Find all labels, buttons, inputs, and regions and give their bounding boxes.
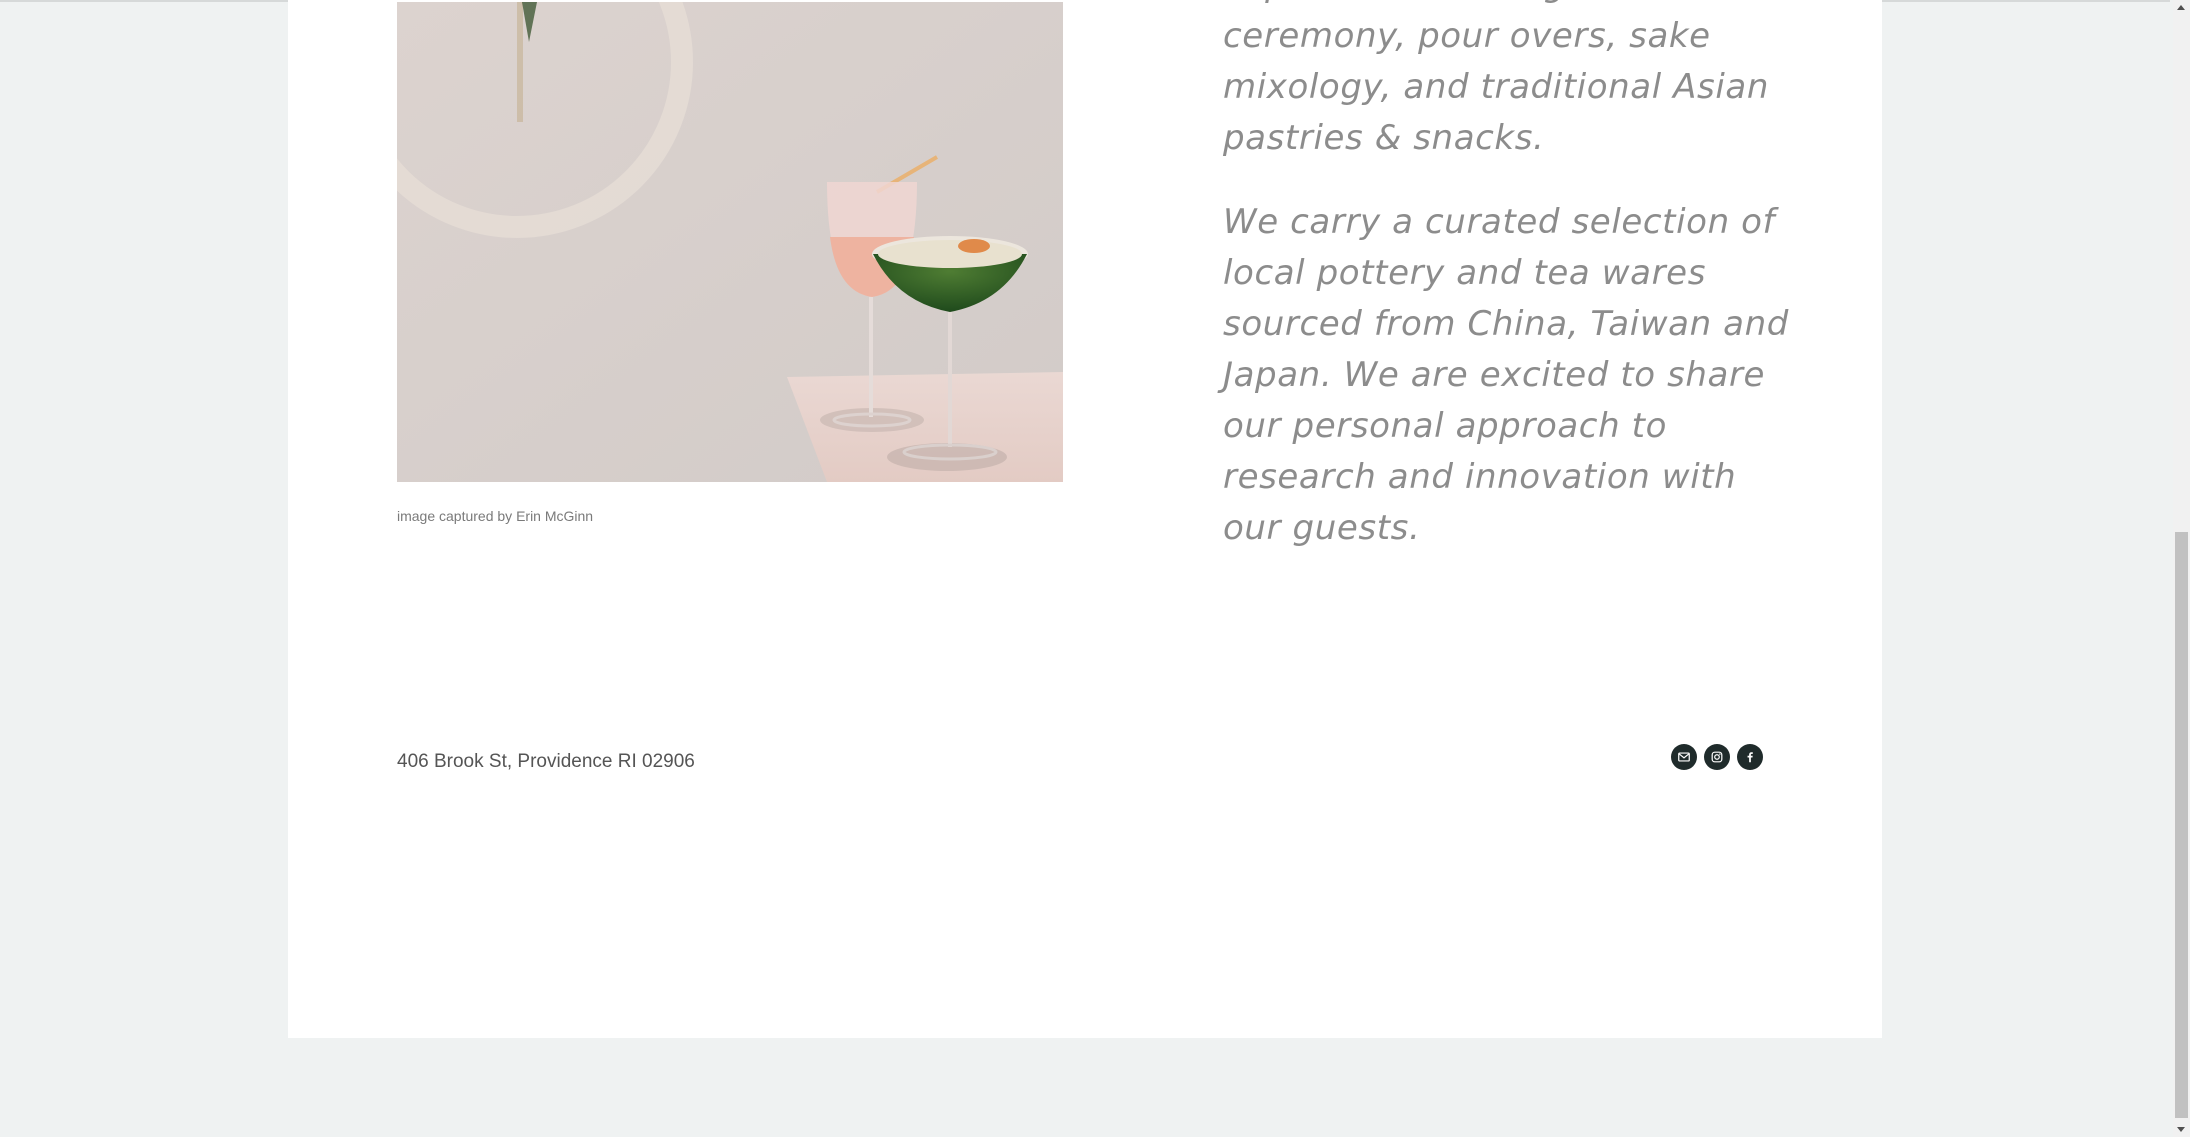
facebook-link[interactable] bbox=[1737, 744, 1763, 770]
instagram-icon bbox=[1711, 751, 1723, 763]
facebook-icon bbox=[1747, 752, 1753, 763]
page-content-card: image captured by Erin McGinn experienti… bbox=[288, 0, 1882, 1038]
footer-address: 406 Brook St, Providence RI 02906 bbox=[397, 751, 695, 772]
about-text: experiential tastings, tea ceremony, pou… bbox=[1223, 0, 1803, 587]
about-paragraph-1: experiential tastings, tea ceremony, pou… bbox=[1223, 0, 1769, 158]
mail-icon bbox=[1678, 752, 1690, 762]
scroll-down-arrow-icon[interactable] bbox=[2177, 1127, 2185, 1132]
cocktail-photo bbox=[397, 2, 1063, 482]
scrollbar-thumb[interactable] bbox=[2175, 532, 2188, 1118]
about-paragraph-2: We carry a curated selection of local po… bbox=[1223, 202, 1789, 548]
photo-caption: image captured by Erin McGinn bbox=[397, 508, 594, 524]
viewport: image captured by Erin McGinn experienti… bbox=[0, 0, 2190, 1137]
vertical-scrollbar[interactable] bbox=[2173, 0, 2190, 1137]
instagram-link[interactable] bbox=[1704, 744, 1730, 770]
email-link[interactable] bbox=[1671, 744, 1697, 770]
social-links bbox=[1671, 744, 1763, 770]
scroll-up-arrow-icon[interactable] bbox=[2177, 5, 2185, 10]
